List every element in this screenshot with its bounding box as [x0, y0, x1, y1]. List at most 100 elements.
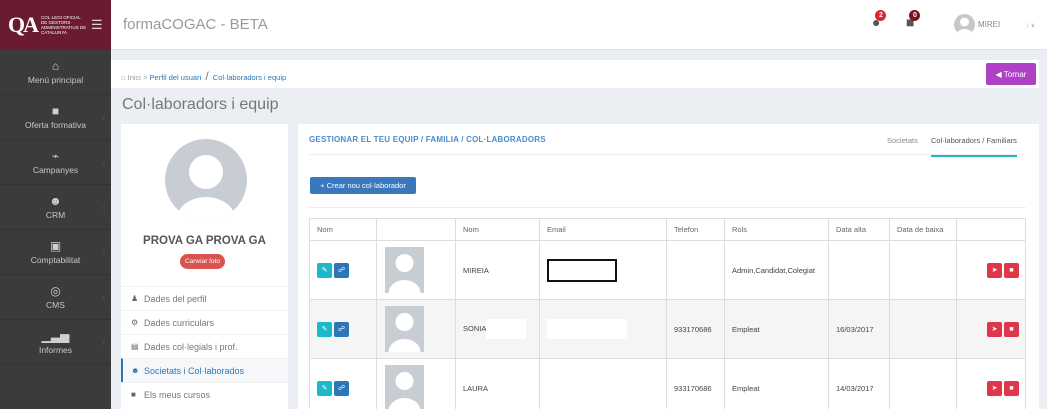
sidebar-item-label: Comptabilitat	[30, 255, 81, 265]
link-icon[interactable]: ☍	[334, 321, 349, 337]
brand-mark: QA	[8, 12, 39, 37]
profile-menu-societats[interactable]: ☻ Societats i Col·laborados	[121, 358, 288, 382]
table-header: Nom Nom Email Telefon Rols Data alta Dat…	[309, 218, 1026, 241]
date-baixa-cell	[889, 358, 957, 409]
divider	[309, 154, 1026, 155]
date-alta-cell: 16/03/2017	[828, 299, 890, 359]
messages-button[interactable]: ■ 0	[906, 10, 921, 30]
email-cell	[539, 358, 667, 409]
redacted-surname	[486, 319, 527, 339]
app-title: formaCOGAC - BETA	[123, 16, 268, 33]
date-alta-cell: 14/03/2017	[828, 358, 890, 409]
chevron-down-icon[interactable]: ↓ ∨	[1026, 22, 1035, 29]
sidebar-item-cms[interactable]: ◎ CMS ›	[0, 275, 111, 320]
book-icon: ■	[51, 104, 60, 118]
menu-label: Societats i Col·laborados	[144, 365, 245, 376]
profile-menu-dades-curriculars[interactable]: ⚙ Dades curriculars	[121, 310, 288, 334]
briefcase-icon: ▤	[131, 342, 139, 351]
menu-label: Dades del perfil	[144, 293, 207, 304]
sidebar-item-label: CRM	[45, 210, 66, 220]
row-actions-cell: ➤ ■	[956, 299, 1026, 359]
trash-icon[interactable]: ■	[1004, 380, 1019, 396]
actions-cell: ✎ ☍	[309, 299, 377, 359]
create-collaborator-button[interactable]: + Crear nou col·laborador	[310, 177, 416, 194]
table-row: ✎ ☍ MIREIA Admin,Candidat,Colegiat ➤ ■	[309, 240, 1026, 300]
link-icon[interactable]: ☍	[334, 380, 349, 396]
sidebar-item-campanyes[interactable]: ⌁ Campanyes ›	[0, 140, 111, 185]
users-icon: ☻	[49, 194, 62, 208]
column-header: Rols	[724, 218, 829, 241]
chevron-right-icon: ›	[102, 115, 105, 122]
phone-cell: 933170686	[666, 358, 725, 409]
globe-icon: ◎	[50, 284, 61, 298]
sidebar-item-label: Informes	[38, 345, 73, 355]
sidebar-item-label: Menú principal	[27, 75, 84, 85]
users-icon: ☻	[131, 366, 140, 375]
chevron-right-icon: ›	[102, 160, 105, 167]
home-icon: ⌂	[51, 59, 60, 73]
money-icon: ▣	[49, 239, 62, 253]
user-photo	[385, 306, 424, 352]
breadcrumb-home[interactable]: Inici	[128, 73, 141, 82]
name-cell: MIREIA	[455, 240, 540, 300]
sidebar-item-informes[interactable]: ▁▃▅ Informes ›	[0, 320, 111, 365]
edit-icon[interactable]: ✎	[317, 262, 332, 278]
message-badge: 0	[909, 10, 921, 21]
team-panel: GESTIONAR EL TEU EQUIP / FAMILIA / COL·L…	[298, 124, 1039, 409]
date-baixa-cell	[889, 299, 957, 359]
profile-menu-dades-perfil[interactable]: ♟ Dades del perfil	[121, 286, 288, 310]
roles-cell: Admin,Candidat,Colegiat	[724, 240, 829, 300]
divider	[309, 207, 1026, 208]
roles-cell: Empleat	[724, 358, 829, 409]
trash-icon[interactable]: ■	[1004, 262, 1019, 278]
panel-title: GESTIONAR EL TEU EQUIP / FAMILIA / COL·L…	[309, 135, 546, 144]
notification-badge: 2	[875, 10, 887, 21]
breadcrumb-profile[interactable]: Perfil del usuari	[150, 73, 202, 82]
breadcrumb-current: Col·laboradors i equip	[212, 73, 287, 82]
sidebar-item-label: CMS	[46, 300, 65, 310]
edit-icon[interactable]: ✎	[317, 321, 332, 337]
sign-out-icon[interactable]: ➤	[987, 380, 1002, 396]
breadcrumb: ⌂ Inici > Perfil del usuari / Col·labora…	[121, 69, 286, 83]
sidebar: ⌂ Menú principal ■ Oferta formativa › ⌁ Camp…	[0, 50, 111, 409]
change-photo-button[interactable]: Canviar foto	[180, 254, 225, 269]
hamburger-icon[interactable]: ☰	[91, 17, 103, 33]
trash-icon[interactable]: ■	[1004, 321, 1019, 337]
photo-cell	[376, 299, 456, 359]
notifications-button[interactable]: ● 2	[872, 10, 887, 30]
sidebar-item-label: Oferta formativa	[25, 120, 86, 130]
rss-icon: ⌁	[51, 149, 60, 163]
user-icon: ♟	[131, 294, 139, 303]
sidebar-item-crm[interactable]: ☻ CRM ›	[0, 185, 111, 230]
user-name[interactable]: MIREI	[978, 20, 1000, 29]
column-header	[376, 218, 456, 241]
tab-societats[interactable]: Societats	[887, 136, 918, 145]
cogs-icon: ⚙	[131, 318, 139, 327]
back-button[interactable]: ◀ Tornar	[986, 63, 1036, 85]
sign-out-icon[interactable]: ➤	[987, 262, 1002, 278]
sidebar-item-menu-principal[interactable]: ⌂ Menú principal	[0, 50, 111, 95]
profile-menu-dades-collegials[interactable]: ▤ Dades col·legials i prof.	[121, 334, 288, 358]
link-icon[interactable]: ☍	[334, 262, 349, 278]
brand-logo[interactable]: QA COL·LEGI OFICIAL DE GESTORS ADMINISTR…	[0, 0, 111, 50]
row-actions-cell: ➤ ■	[956, 240, 1026, 300]
home-icon: ⌂	[121, 73, 126, 82]
chevron-right-icon: ›	[102, 295, 105, 302]
phone-cell	[666, 240, 725, 300]
sign-out-icon[interactable]: ➤	[987, 321, 1002, 337]
phone-cell: 933170686	[666, 299, 725, 359]
name-cell: LAURA	[455, 358, 540, 409]
sidebar-item-comptabilitat[interactable]: ▣ Comptabilitat ›	[0, 230, 111, 275]
user-avatar[interactable]	[954, 14, 975, 35]
chevron-right-icon: ›	[102, 205, 105, 212]
table-row: ✎ ☍ LAURA 933170686 Empleat 14/03/2017 ➤ ■	[309, 358, 1026, 409]
actions-cell: ✎ ☍	[309, 240, 377, 300]
menu-label: Els meus cursos	[144, 389, 211, 400]
edit-icon[interactable]: ✎	[317, 380, 332, 396]
user-photo	[385, 247, 424, 293]
profile-avatar	[165, 139, 247, 221]
profile-menu-cursos[interactable]: ■ Els meus cursos	[121, 382, 288, 406]
breadcrumb-separator: >	[143, 73, 148, 82]
chevron-right-icon: ›	[102, 340, 105, 347]
sidebar-item-oferta-formativa[interactable]: ■ Oferta formativa ›	[0, 95, 111, 140]
